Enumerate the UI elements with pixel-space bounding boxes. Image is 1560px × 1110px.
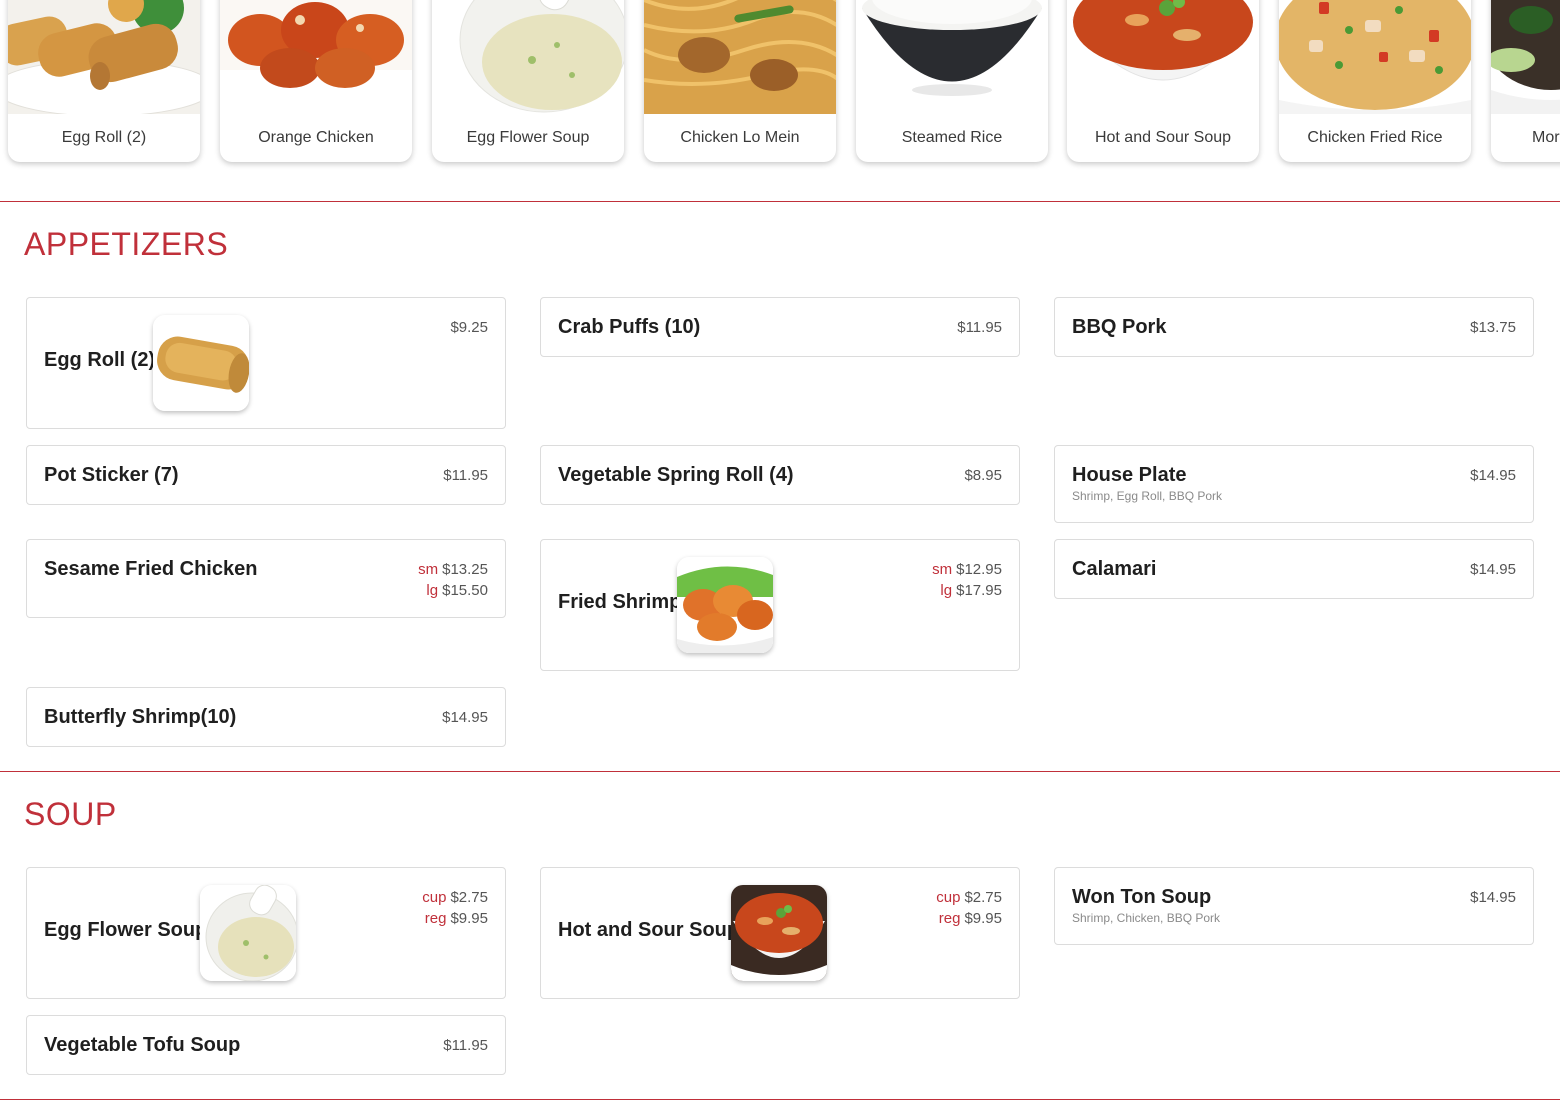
section-title-appetizers: APPETIZERS xyxy=(24,226,229,262)
size-price: $17.95 xyxy=(956,582,1002,599)
egg-roll-thumbnail xyxy=(153,315,249,411)
item-name: Sesame Fried Chicken xyxy=(44,558,258,580)
item-name: Egg Roll (2) xyxy=(44,349,156,371)
mor-photo xyxy=(1491,0,1560,114)
item-price: $11.95 xyxy=(443,1037,488,1054)
menu-item-bbq-pork[interactable]: BBQ Pork $13.75 xyxy=(1054,297,1534,357)
orange-chicken-photo xyxy=(220,0,412,114)
item-price-list: cup $2.75 reg $9.95 xyxy=(422,887,488,929)
menu-item-vegetable-tofu-soup[interactable]: Vegetable Tofu Soup $11.95 xyxy=(26,1015,506,1075)
carousel-item-hot-and-sour-soup[interactable]: Hot and Sour Soup xyxy=(1067,0,1259,162)
item-price: $11.95 xyxy=(443,467,488,484)
item-name: Pot Sticker (7) xyxy=(44,464,179,486)
menu-item-crab-puffs[interactable]: Crab Puffs (10) $11.95 xyxy=(540,297,1020,357)
fried-shrimp-thumbnail xyxy=(677,557,773,653)
carousel-item-label: Orange Chicken xyxy=(258,129,374,146)
size-label: cup xyxy=(422,889,447,906)
carousel-item-label: Steamed Rice xyxy=(901,129,1003,146)
item-price-list: cup $2.75 reg $9.95 xyxy=(936,887,1002,929)
chicken-fried-rice-photo xyxy=(1279,0,1471,114)
item-price-list: sm $13.25 lg $15.50 xyxy=(418,559,488,601)
size-label: sm xyxy=(418,561,439,578)
size-label: cup xyxy=(936,889,961,906)
item-name: BBQ Pork xyxy=(1072,316,1167,338)
size-price: $13.25 xyxy=(442,561,488,578)
egg-flower-soup-photo xyxy=(432,0,624,114)
carousel-item-mor[interactable]: Mor xyxy=(1491,0,1560,162)
item-price: $14.95 xyxy=(1470,561,1516,578)
item-price: $14.95 xyxy=(1470,467,1516,484)
section-divider xyxy=(0,1099,1560,1100)
menu-item-sesame-fried-chicken[interactable]: Sesame Fried Chicken sm $13.25 lg $15.50 xyxy=(26,539,506,618)
item-price: $9.25 xyxy=(450,319,488,336)
carousel-item-label: Chicken Lo Mein xyxy=(680,129,800,146)
carousel-item-steamed-rice[interactable]: Steamed Rice xyxy=(856,0,1048,162)
size-price: $9.95 xyxy=(450,910,488,927)
carousel-item-chicken-fried-rice[interactable]: Chicken Fried Rice xyxy=(1279,0,1471,162)
menu-item-calamari[interactable]: Calamari $14.95 xyxy=(1054,539,1534,599)
egg-roll-photo xyxy=(8,0,200,114)
menu-item-house-plate[interactable]: House Plate Shrimp, Egg Roll, BBQ Pork $… xyxy=(1054,445,1534,523)
item-name: Calamari xyxy=(1072,558,1157,580)
item-description: Shrimp, Egg Roll, BBQ Pork xyxy=(1072,489,1223,503)
egg-flower-soup-thumbnail xyxy=(200,885,296,981)
carousel-item-label: Hot and Sour Soup xyxy=(1094,129,1232,146)
item-name: Fried Shrimp xyxy=(558,591,682,613)
menu-item-butterfly-shrimp[interactable]: Butterfly Shrimp(10) $14.95 xyxy=(26,687,506,747)
section-title-soup: SOUP xyxy=(24,796,117,832)
item-name: Butterfly Shrimp(10) xyxy=(44,706,237,728)
item-price: $13.75 xyxy=(1470,319,1516,336)
menu-item-hot-and-sour-soup[interactable]: Hot and Sour Soup cup $2.75 reg $9.95 xyxy=(540,867,1020,999)
menu-item-fried-shrimp[interactable]: Fried Shrimp sm $12.95 lg $17.95 xyxy=(540,539,1020,671)
hot-and-sour-soup-thumbnail xyxy=(731,885,827,981)
item-name: Vegetable Tofu Soup xyxy=(44,1034,241,1056)
section-divider xyxy=(0,771,1560,772)
carousel-item-chicken-lo-mein[interactable]: Chicken Lo Mein xyxy=(644,0,836,162)
chicken-lo-mein-photo xyxy=(644,0,836,114)
carousel-item-label: Egg Flower Soup xyxy=(466,129,590,146)
menu-item-egg-roll[interactable]: Egg Roll (2) $9.25 xyxy=(26,297,506,429)
item-description: Shrimp, Chicken, BBQ Pork xyxy=(1072,911,1221,925)
item-price: $11.95 xyxy=(957,319,1002,336)
menu-item-won-ton-soup[interactable]: Won Ton Soup Shrimp, Chicken, BBQ Pork $… xyxy=(1054,867,1534,945)
carousel-item-egg-flower-soup[interactable]: Egg Flower Soup xyxy=(432,0,624,162)
size-label: lg xyxy=(426,582,439,599)
featured-carousel: Egg Roll (2) Orange Chicken Egg Flower S… xyxy=(0,0,1560,175)
item-name: Won Ton Soup xyxy=(1072,886,1212,908)
menu-item-pot-sticker[interactable]: Pot Sticker (7) $11.95 xyxy=(26,445,506,505)
carousel-item-label: Chicken Fried Rice xyxy=(1307,129,1443,146)
steamed-rice-photo xyxy=(856,0,1048,114)
size-label: reg xyxy=(424,910,447,927)
item-price-list: sm $12.95 lg $17.95 xyxy=(932,559,1002,601)
menu-item-egg-flower-soup[interactable]: Egg Flower Soup cup $2.75 reg $9.95 xyxy=(26,867,506,999)
size-label: sm xyxy=(932,561,953,578)
size-price: $15.50 xyxy=(442,582,488,599)
menu-item-vegetable-spring-roll[interactable]: Vegetable Spring Roll (4) $8.95 xyxy=(540,445,1020,505)
carousel-item-orange-chicken[interactable]: Orange Chicken xyxy=(220,0,412,162)
size-label: lg xyxy=(940,582,953,599)
item-price: $14.95 xyxy=(1470,889,1516,906)
item-name: Egg Flower Soup xyxy=(44,919,208,941)
section-divider xyxy=(0,201,1560,202)
size-price: $12.95 xyxy=(956,561,1002,578)
size-price: $2.75 xyxy=(964,889,1002,906)
item-name: House Plate xyxy=(1072,464,1187,486)
item-price: $14.95 xyxy=(442,709,488,726)
hot-and-sour-soup-photo xyxy=(1067,0,1259,114)
size-price: $2.75 xyxy=(450,889,488,906)
carousel-item-label: Mor xyxy=(1532,129,1560,146)
item-price: $8.95 xyxy=(964,467,1002,484)
carousel-item-egg-roll[interactable]: Egg Roll (2) xyxy=(8,0,200,162)
carousel-item-label: Egg Roll (2) xyxy=(61,129,147,146)
item-name: Vegetable Spring Roll (4) xyxy=(558,464,794,486)
size-price: $9.95 xyxy=(964,910,1002,927)
size-label: reg xyxy=(938,910,961,927)
item-name: Hot and Sour Soup xyxy=(558,919,740,941)
item-name: Crab Puffs (10) xyxy=(558,316,701,338)
